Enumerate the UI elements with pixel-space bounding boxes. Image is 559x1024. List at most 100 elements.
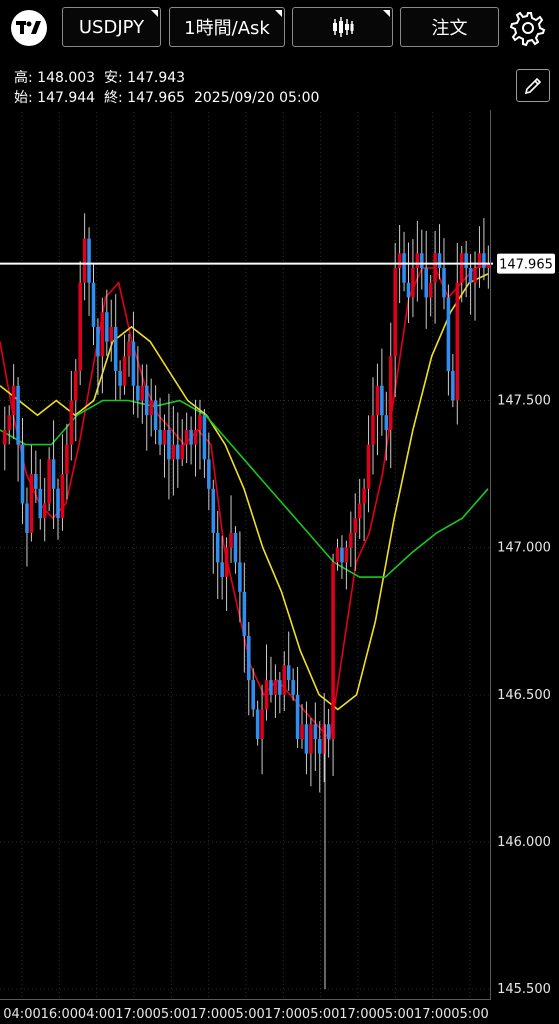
candle-body (313, 724, 318, 739)
tradingview-logo-icon[interactable] (11, 10, 47, 46)
candles (3, 213, 491, 990)
candle (353, 493, 358, 571)
candle-body (20, 444, 25, 504)
candle-body (65, 444, 69, 475)
candle (158, 397, 162, 456)
candle-body (384, 415, 389, 430)
x-tick-label: 05:00 (227, 1007, 264, 1022)
candle-body (224, 547, 229, 578)
candle (47, 447, 51, 512)
candle-body (371, 415, 375, 445)
x-tick-label: 05:00 (153, 1007, 190, 1022)
candle-body (233, 532, 238, 563)
candle (486, 245, 491, 289)
candle (384, 391, 389, 461)
price-chart[interactable]: 147.500 147.000 146.500 146.000 145.500 04:0… (0, 0, 559, 1024)
pencil-icon[interactable] (516, 69, 550, 102)
y-tick-label: 146.500 (497, 688, 551, 703)
candle-body (193, 429, 198, 445)
candle-body (437, 253, 442, 269)
gear-icon[interactable] (509, 10, 546, 47)
candle (109, 299, 114, 362)
candle (402, 231, 406, 292)
candle-body (331, 562, 335, 739)
current-price-label: 147.965 (497, 253, 555, 274)
y-tick-label: 145.500 (497, 982, 551, 997)
candle-body (286, 665, 291, 681)
candle (300, 704, 304, 749)
candle (273, 664, 278, 718)
candle (60, 434, 65, 531)
candle-body (468, 268, 473, 283)
candle-body (229, 532, 233, 548)
timeframe-button[interactable]: 1時間/Ask (169, 7, 285, 47)
candle-body (380, 385, 384, 416)
candle-body (162, 429, 167, 445)
candle-body (349, 532, 353, 548)
candle-body (171, 444, 176, 460)
candle-body (78, 282, 82, 372)
candle (153, 385, 158, 445)
candle-body (140, 385, 145, 401)
candle-body (247, 635, 251, 681)
candle-body (459, 253, 464, 283)
candle (309, 718, 313, 787)
x-tick-label: 05:00 (451, 1007, 488, 1022)
candle (73, 359, 78, 442)
candle (255, 700, 260, 746)
candle-body (255, 709, 260, 739)
candle-body (149, 400, 153, 416)
chart-type-button[interactable] (292, 7, 393, 47)
candle (344, 540, 349, 590)
candle-body (51, 459, 56, 489)
candle-body (153, 400, 158, 430)
candle-body (158, 429, 162, 445)
candle (69, 370, 74, 461)
symbol-button[interactable]: USDJPY (62, 7, 161, 47)
candle (331, 553, 335, 776)
candle (20, 417, 25, 524)
candle-body (167, 429, 171, 460)
candle-body (433, 253, 437, 283)
candle-body (215, 532, 220, 563)
candle (51, 420, 56, 529)
candle-body (353, 518, 358, 533)
candle (269, 656, 273, 703)
candle (82, 213, 87, 301)
candle (313, 702, 318, 771)
candle (229, 495, 233, 563)
candle (340, 535, 344, 579)
close-label: 終: (103, 90, 123, 106)
order-button[interactable]: 注文 (400, 7, 499, 47)
candle-body (366, 444, 371, 489)
time-axis: 04:00 16:00 04:00 17:00 05:00 17:00 05:00 17:00… (3, 1007, 488, 1022)
candle-body (189, 429, 193, 445)
candle-body (411, 268, 415, 298)
candle (118, 360, 122, 400)
candle (247, 621, 251, 716)
candle (482, 218, 486, 281)
candle-body (446, 297, 451, 372)
candle (371, 377, 375, 475)
candle (233, 526, 238, 574)
svg-text:147.965: 147.965 (499, 258, 553, 273)
candle-body (113, 326, 118, 372)
timestamp: 2025/09/20 05:00 (193, 90, 320, 106)
candle-body (455, 282, 460, 401)
candle (193, 399, 198, 477)
candle (189, 416, 193, 465)
candle (349, 511, 353, 567)
candle (388, 322, 393, 469)
candle (415, 220, 420, 302)
candle-body (402, 253, 406, 283)
candle (171, 405, 176, 496)
candle (34, 450, 38, 503)
candle-body (109, 326, 114, 342)
candle-body (300, 724, 304, 739)
candle-body (482, 253, 486, 269)
candle-body (7, 415, 11, 430)
candle-body (340, 547, 344, 563)
candle (215, 510, 220, 600)
candle (144, 364, 149, 451)
candle-body (176, 444, 180, 460)
